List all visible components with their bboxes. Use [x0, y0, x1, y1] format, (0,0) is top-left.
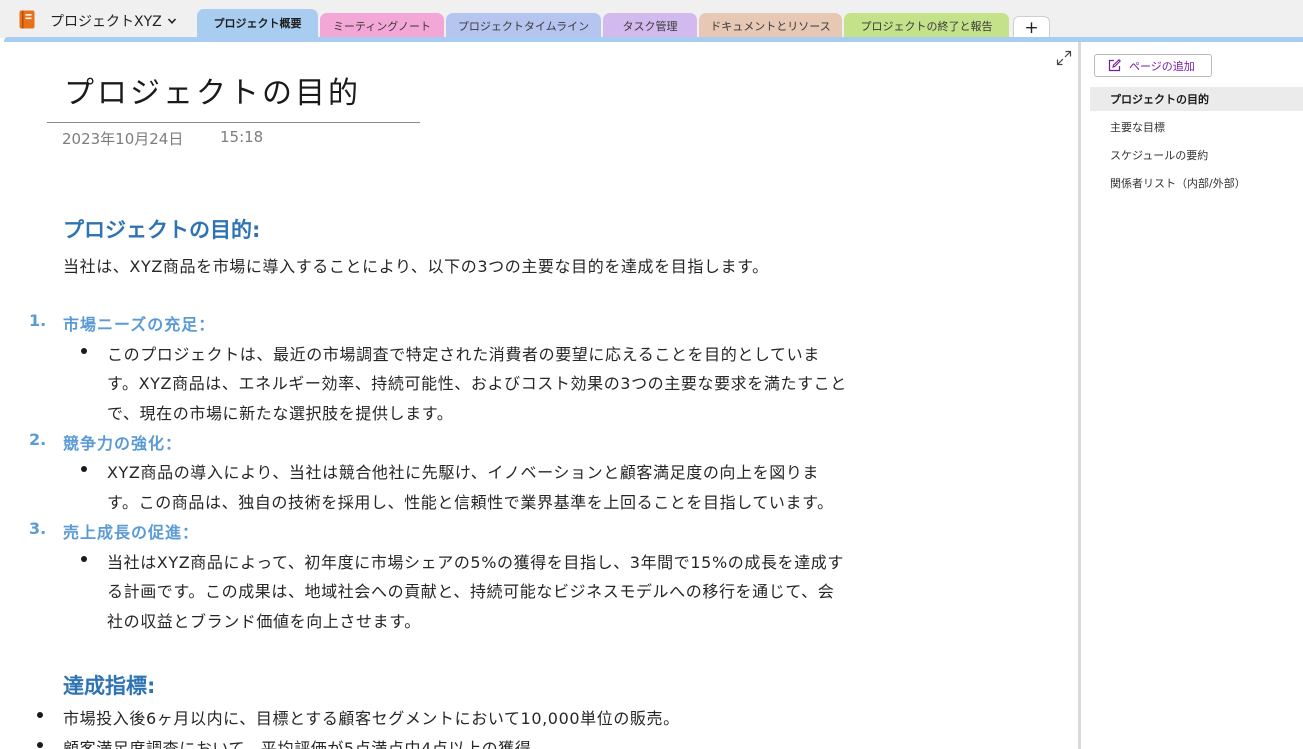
list-number: 2.	[29, 430, 47, 449]
add-section-button[interactable]: +	[1013, 16, 1050, 38]
page-item-label: 関係者リスト（内部/外部）	[1110, 177, 1246, 190]
goal-text-line[interactable]: す。この商品は、独自の技術を採用し、性能と信頼性で業界基準を上回ることを目指して…	[107, 489, 834, 513]
section-tab-bar: プロジェクトXYZ プロジェクト概要 ミーティングノート プロジェクトタイムライ…	[0, 0, 1303, 40]
page-item-label: 主要な目標	[1110, 121, 1165, 134]
goal-text-line[interactable]: このプロジェクトは、最近の市場調査で特定された消費者の要望に応えることを目的とし…	[107, 341, 820, 365]
bullet-dot	[37, 712, 43, 718]
page-item-label: スケジュールの要約	[1110, 149, 1209, 162]
kpi-heading[interactable]: 達成指標:	[63, 670, 155, 700]
page-time: 15:18	[220, 128, 264, 146]
page-item-project-purpose[interactable]: プロジェクトの目的	[1090, 87, 1303, 111]
page-title[interactable]: プロジェクトの目的	[64, 68, 361, 112]
list-number: 3.	[29, 519, 47, 538]
tab-label: タスク管理	[622, 19, 678, 33]
goal-text-line[interactable]: で、現在の市場に新たな選択肢を提供します。	[107, 400, 453, 424]
list-number: 1.	[29, 311, 47, 330]
bullet-dot	[81, 556, 87, 562]
goal-text-line[interactable]: す。XYZ商品は、エネルギー効率、持続可能性、およびコスト効果の3つの主要な要求…	[107, 370, 847, 394]
kpi-item[interactable]: 市場投入後6ヶ月以内に、目標とする顧客セグメントにおいて10,000単位の販売。	[63, 705, 680, 729]
add-page-icon	[1108, 59, 1121, 72]
tab-task-management[interactable]: タスク管理	[603, 13, 697, 38]
goal-text-line[interactable]: 当社はXYZ商品によって、初年度に市場シェアの5%の獲得を目指し、3年間で15%…	[107, 549, 844, 573]
tab-project-timeline[interactable]: プロジェクトタイムライン	[446, 13, 601, 38]
notebook-title: プロジェクトXYZ	[50, 14, 162, 30]
goal-heading[interactable]: 売上成長の促進：	[63, 519, 199, 543]
goal-text-line[interactable]: る計画です。この成果は、地域社会への貢献と、持続可能なビジネスモデルへの移行を通…	[107, 578, 834, 602]
bullet-dot	[81, 466, 87, 472]
bullet-dot	[81, 348, 87, 354]
tab-label: プロジェクトタイムライン	[457, 19, 590, 33]
purpose-heading[interactable]: プロジェクトの目的:	[63, 214, 260, 244]
add-page-button[interactable]: ページの追加	[1094, 54, 1212, 77]
goal-text-line[interactable]: XYZ商品の導入により、当社は競合他社に先駆け、イノベーションと顧客満足度の向上…	[107, 459, 819, 483]
add-page-label: ページの追加	[1129, 59, 1195, 73]
page-item-stakeholder-list[interactable]: 関係者リスト（内部/外部）	[1090, 171, 1303, 195]
tab-project-overview[interactable]: プロジェクト概要	[197, 9, 318, 40]
chevron-down-icon	[167, 18, 176, 24]
bullet-dot	[37, 742, 43, 748]
goal-heading[interactable]: 市場ニーズの充足：	[63, 311, 215, 335]
kpi-item[interactable]: 顧客満足度調査において、平均評価が5点満点中4点以上の獲得。	[63, 735, 548, 749]
tab-label: プロジェクト概要	[213, 16, 302, 30]
tab-label: ミーティングノート	[332, 19, 432, 33]
page-date: 2023年10月24日	[62, 130, 184, 148]
tab-project-closure-report[interactable]: プロジェクトの終了と報告	[844, 13, 1009, 38]
expand-icon[interactable]	[1056, 50, 1072, 66]
intro-paragraph[interactable]: 当社は、XYZ商品を市場に導入することにより、以下の3つの主要な目的を達成を目指…	[63, 253, 769, 277]
page-item-main-goals[interactable]: 主要な目標	[1090, 115, 1303, 139]
onenote-window: プロジェクトXYZ プロジェクト概要 ミーティングノート プロジェクトタイムライ…	[0, 0, 1303, 749]
tab-documents-resources[interactable]: ドキュメントとリソース	[699, 13, 842, 38]
tab-label: ドキュメントとリソース	[710, 19, 831, 33]
notebook-selector[interactable]: プロジェクトXYZ	[50, 11, 177, 31]
goal-text-line[interactable]: 社の収益とブランド価値を向上させます。	[107, 608, 421, 632]
page-item-schedule-summary[interactable]: スケジュールの要約	[1090, 143, 1303, 167]
tab-meeting-notes[interactable]: ミーティングノート	[320, 13, 444, 38]
notebook-icon[interactable]	[19, 10, 35, 29]
goal-heading[interactable]: 競争力の強化：	[63, 430, 182, 454]
page-item-label: プロジェクトの目的	[1110, 93, 1209, 106]
tab-label: プロジェクトの終了と報告	[860, 19, 993, 33]
title-divider	[47, 122, 420, 123]
